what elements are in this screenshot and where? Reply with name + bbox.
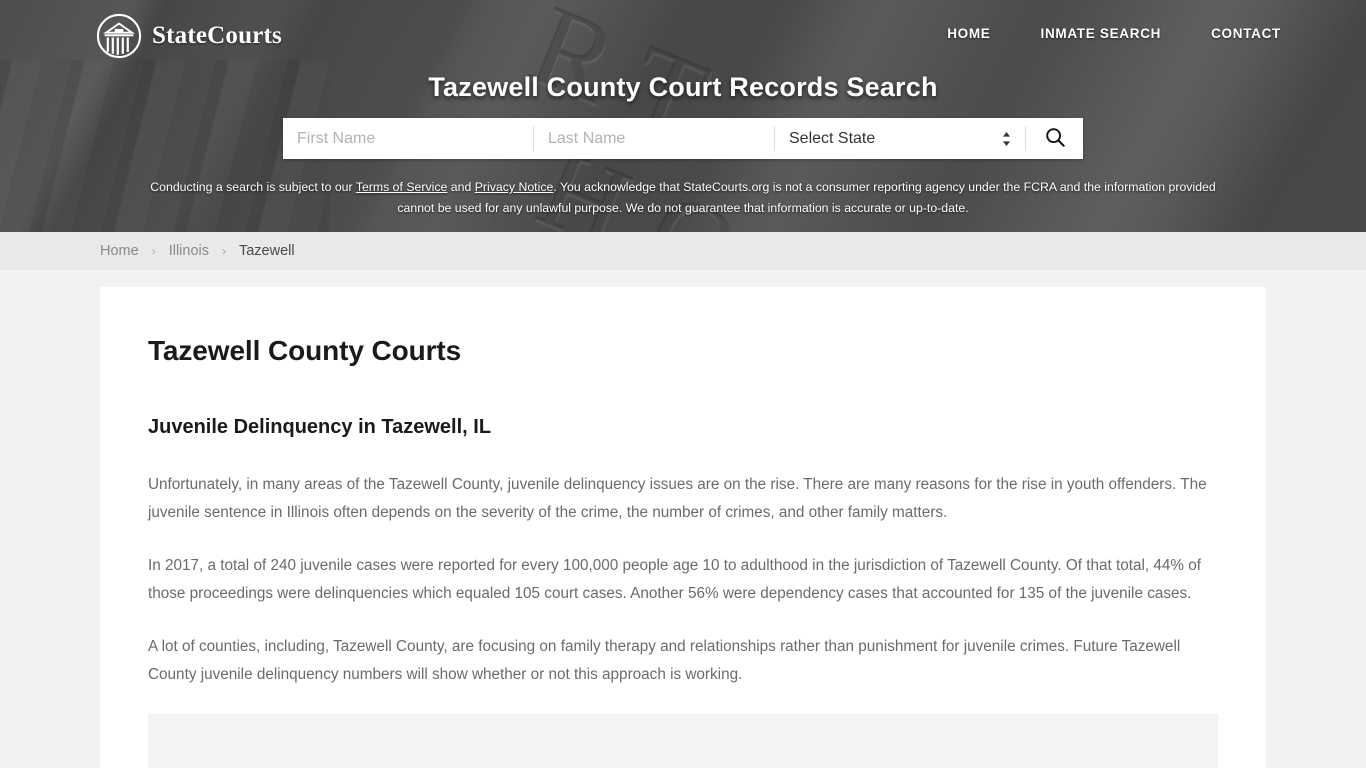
site-brand-name: StateCourts (152, 22, 282, 49)
body-paragraph-3: A lot of counties, including, Tazewell C… (148, 638, 1181, 683)
body-paragraph-2: In 2017, a total of 240 juvenile cases w… (148, 557, 1202, 602)
first-name-input[interactable] (283, 118, 533, 159)
search-disclaimer: Conducting a search is subject to our Te… (133, 177, 1233, 219)
content-card: Tazewell County Courts Juvenile Delinque… (100, 287, 1266, 768)
breadcrumb-link-home[interactable]: Home (100, 243, 139, 259)
body-paragraph-1: Unfortunately, in many areas of the Taze… (148, 476, 1207, 521)
disclaimer-part-1: Conducting a search is subject to our (150, 180, 356, 194)
state-select-wrapper: Select State (775, 118, 1025, 159)
terms-of-service-link[interactable]: Terms of Service (356, 180, 448, 194)
content-placeholder-panel (148, 714, 1218, 768)
breadcrumb-separator-icon: › (151, 244, 156, 258)
breadcrumb-link-illinois[interactable]: Illinois (169, 243, 209, 259)
disclaimer-part-2: and (447, 180, 475, 194)
page-body: Tazewell County Courts Juvenile Delinque… (0, 270, 1366, 768)
breadcrumb: Home › Illinois › Tazewell (100, 243, 295, 259)
breadcrumb-item-home: Home › (100, 243, 169, 259)
page-title: Tazewell County Courts (148, 335, 462, 366)
magnifier-icon (1044, 126, 1066, 151)
site-header: RT HOUSE StateCourts HO (0, 0, 1366, 232)
hero-title: Tazewell County Court Records Search (428, 72, 938, 102)
breadcrumb-separator-icon: › (221, 244, 226, 258)
breadcrumb-item-illinois: Illinois › (169, 243, 239, 259)
site-logo-link[interactable]: StateCourts (96, 13, 282, 59)
breadcrumb-item-tazewell: Tazewell (239, 243, 295, 259)
breadcrumb-current-tazewell: Tazewell (238, 243, 295, 259)
section-title: Juvenile Delinquency in Tazewell, IL (148, 416, 492, 438)
breadcrumb-bar: Home › Illinois › Tazewell (0, 232, 1366, 270)
last-name-input[interactable] (534, 118, 774, 159)
state-select[interactable]: Select State (775, 118, 1025, 159)
nav-item-home[interactable]: HOME (922, 26, 1015, 41)
nav-item-contact[interactable]: CONTACT (1186, 26, 1306, 41)
search-submit-button[interactable] (1025, 126, 1083, 151)
primary-navigation: HOME INMATE SEARCH CONTACT (922, 26, 1306, 41)
courthouse-circle-icon (96, 13, 142, 59)
nav-item-inmate-search[interactable]: INMATE SEARCH (1016, 26, 1187, 41)
privacy-notice-link[interactable]: Privacy Notice (475, 180, 554, 194)
records-search-form: Select State (283, 118, 1083, 159)
